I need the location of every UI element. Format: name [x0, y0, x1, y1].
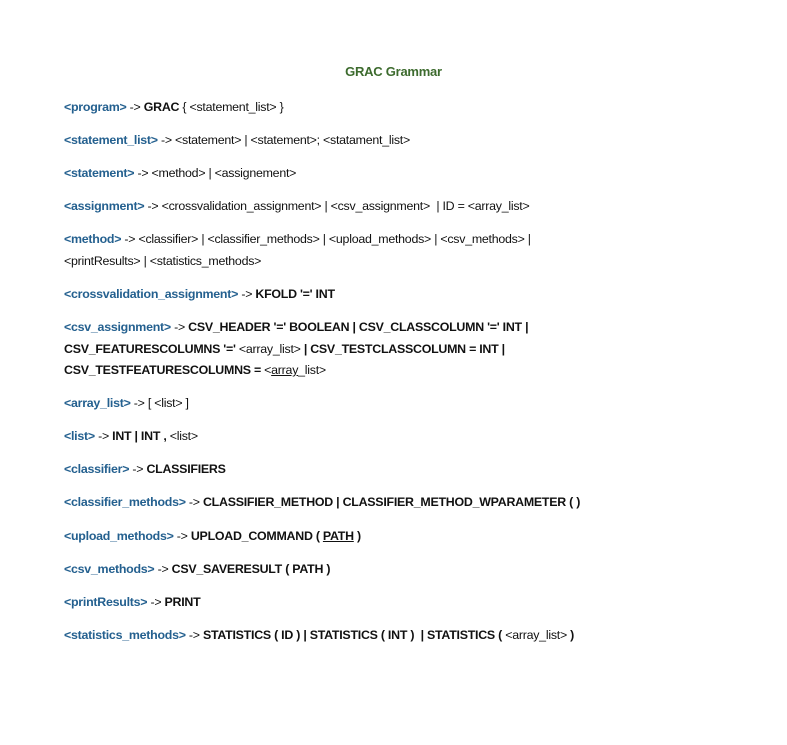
rule-production-text: { <statement_list> }	[179, 100, 284, 114]
rule-production-text: <list>	[166, 429, 198, 444]
grammar-rule: <array_list> -> [ <list> ]	[64, 393, 704, 415]
rule-production-text: -> <statement> | <statement>; <statament…	[157, 133, 410, 148]
rule-production-text: ->	[185, 627, 203, 642]
grammar-rule: <method> -> <classifier> | <classifier_m…	[64, 229, 704, 272]
rule-production-text: ->	[170, 320, 189, 335]
rule-terminal: CSV_SAVERESULT ( PATH )	[171, 561, 331, 576]
rule-nonterminal: <crossvalidation_assignment>	[64, 286, 239, 301]
rule-terminal: INT | INT ,	[112, 429, 167, 444]
rule-nonterminal: <list>	[64, 429, 95, 444]
grammar-rule: <list> -> INT | INT , <list>	[64, 426, 704, 448]
grammar-rule: <csv_methods> -> CSV_SAVERESULT ( PATH )	[64, 559, 704, 581]
rule-production-text: ->	[129, 462, 147, 477]
rule-nonterminal: <csv_methods>	[64, 561, 155, 576]
rule-production-text: -> <crossvalidation_assignment> | <csv_a…	[144, 199, 530, 214]
grammar-rules: <program> -> GRAC { <statement_list> } <s…	[64, 97, 704, 658]
rule-production-text: <array_list>	[505, 627, 567, 642]
rule-production-text: ->	[94, 429, 113, 444]
grammar-rule: <statement> -> <method> | <assignement>	[64, 163, 704, 185]
grammar-rule: <assignment> -> <crossvalidation_assignm…	[64, 196, 704, 218]
grammar-rule: <program> -> GRAC { <statement_list> }	[64, 97, 704, 119]
grammar-rule: <statistics_methods> -> STATISTICS ( ID …	[64, 625, 704, 647]
rule-terminal: )	[353, 528, 361, 543]
rule-nonterminal: <method>	[64, 232, 122, 247]
rule-nonterminal: <classifier_methods>	[64, 495, 186, 510]
grammar-rule: <printResults> -> PRINT	[64, 592, 704, 614]
rule-nonterminal: <classifier>	[64, 462, 130, 477]
rule-nonterminal: <statement>	[64, 166, 135, 181]
rule-nonterminal: <csv_assignment>	[64, 320, 171, 335]
grammar-rule: <statement_list> -> <statement> | <state…	[64, 130, 704, 152]
rule-production-text: ->	[185, 495, 203, 510]
grammar-rule: <csv_assignment> -> CSV_HEADER '=' BOOLE…	[64, 317, 704, 382]
document-title: GRAC Grammar	[345, 64, 442, 79]
grammar-rule: <classifier_methods> -> CLASSIFIER_METHO…	[64, 492, 704, 514]
rule-production-text: ->	[147, 594, 165, 609]
rule-terminal: CLASSIFIERS	[146, 462, 226, 477]
rule-terminal: )	[566, 627, 575, 642]
rule-production-text: _list>	[298, 363, 326, 378]
rule-nonterminal: <assignment>	[64, 199, 145, 214]
rule-nonterminal: <program>	[64, 100, 127, 114]
rule-production-text: -> [ <list> ]	[130, 396, 189, 411]
rule-nonterminal: <printResults>	[64, 594, 148, 609]
rule-nonterminal: <array_list>	[64, 396, 131, 411]
rule-nonterminal: <statistics_methods>	[64, 627, 186, 642]
grammar-rule: <crossvalidation_assignment> -> KFOLD '=…	[64, 284, 704, 306]
grammar-rule: <classifier> -> CLASSIFIERS	[64, 459, 704, 481]
rule-terminal: CLASSIFIER_METHOD | CLASSIFIER_METHOD_WP…	[202, 495, 581, 510]
rule-terminal: STATISTICS ( ID ) | STATISTICS ( INT ) |…	[202, 627, 506, 642]
rule-production-text: ->	[238, 286, 256, 301]
rule-terminal: UPLOAD_COMMAND (	[190, 528, 323, 543]
rule-terminal: GRAC	[143, 100, 180, 114]
grammar-rule: <upload_methods> -> UPLOAD_COMMAND ( PAT…	[64, 526, 704, 548]
rule-production-text: array	[271, 363, 299, 378]
rule-terminal: KFOLD '=' INT	[255, 286, 335, 301]
rule-production-text: ->	[173, 528, 191, 543]
rule-nonterminal: <upload_methods>	[64, 528, 174, 543]
rule-terminal: PATH	[322, 528, 354, 543]
rule-production-text: -> <method> | <assignement>	[134, 166, 297, 181]
rule-terminal: PRINT	[164, 594, 201, 609]
rule-production-text: ->	[154, 561, 172, 576]
rule-nonterminal: <statement_list>	[64, 133, 158, 148]
rule-production-text: <array_list>	[235, 341, 304, 356]
rule-production-text: ->	[126, 100, 144, 114]
rule-production-text: -> <classifier> | <classifier_methods> |…	[64, 232, 531, 268]
